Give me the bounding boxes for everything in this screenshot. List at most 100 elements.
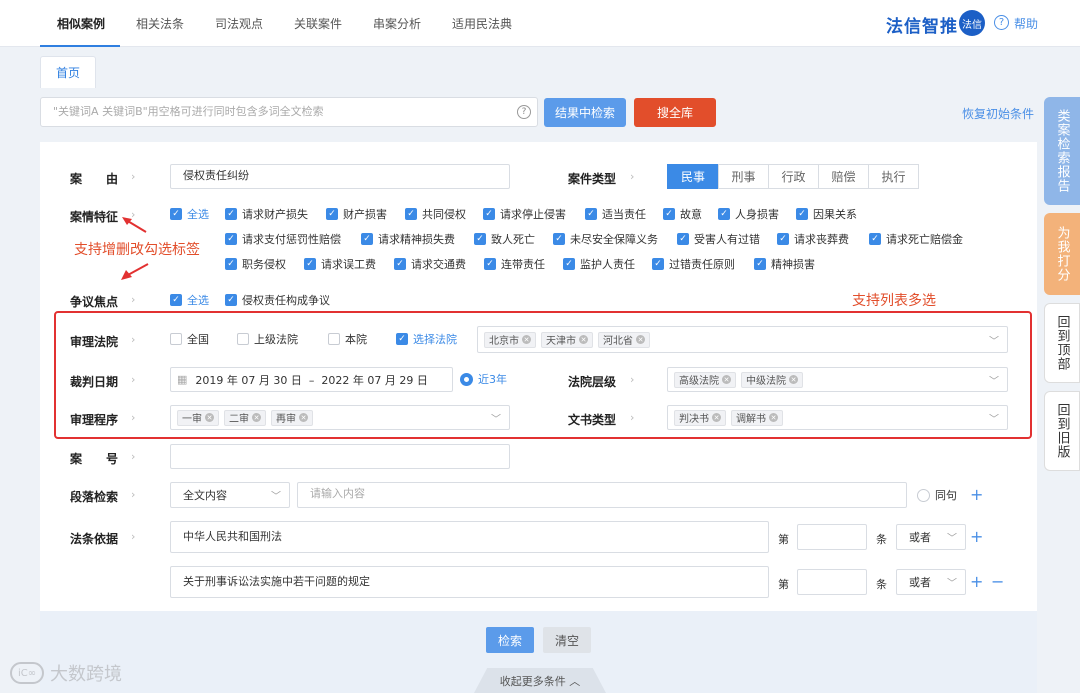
procedure-select[interactable]: 一审 ✕ 二审 ✕ 再审 ✕ ﹀ [170,405,510,430]
case-type-administrative[interactable]: 行政 [768,164,819,189]
case-type-execution[interactable]: 执行 [868,164,919,189]
chevron-right-icon: › [131,411,136,424]
remove-law-icon[interactable]: − [991,574,1004,590]
chevron-right-icon: › [131,373,136,386]
add-law-icon[interactable]: + [970,529,983,545]
tab-related-laws[interactable]: 相关法条 [136,15,184,32]
feature-checkbox[interactable]: ✓ 请求死亡赔偿金 [869,232,963,246]
question-icon[interactable]: ? [517,105,531,119]
same-sentence-radio[interactable]: 同句 [917,488,957,502]
case-type-compensation[interactable]: 赔偿 [818,164,869,189]
doc-tag[interactable]: 调解书 ✕ [731,409,783,426]
dispute-select-all[interactable]: ✓ 全选 [170,293,209,307]
court-tag[interactable]: 北京市 ✕ [484,331,536,348]
brand-name: 法信智推 [886,17,958,37]
tab-civil-code[interactable]: 适用民法典 [452,15,512,32]
law-name-input[interactable]: 关于刑事诉讼法实施中若干问题的规定 [170,566,769,598]
feature-checkbox[interactable]: ✓ 共同侵权 [405,207,466,221]
clear-button[interactable]: 清空 [543,627,591,653]
tab-home[interactable]: 首页 [40,56,96,88]
feature-checkbox[interactable]: ✓ 人身损害 [718,207,779,221]
feature-checkbox[interactable]: ✓ 过错责任原则 [652,257,735,271]
help-link[interactable]: 帮助 [1014,15,1038,32]
court-option-superior[interactable]: 上级法院 [237,332,298,346]
date-range-input[interactable]: ▦ 2019 年 07 月 30 日 – 2022 年 07 月 29 日 [170,367,453,392]
old-version-button[interactable]: 回到旧版 [1044,391,1080,471]
feature-checkbox[interactable]: ✓ 未尽安全保障义务 [553,232,658,246]
add-paragraph-icon[interactable]: + [970,487,983,503]
case-no-input[interactable] [170,444,510,469]
court-level-select[interactable]: 高级法院 ✕ 中级法院 ✕ ﹀ [667,367,1008,392]
recent-3y-radio[interactable]: 近3年 [460,372,507,386]
chevron-right-icon: › [131,530,136,543]
doc-type-label: 文书类型 [568,413,617,427]
court-tag[interactable]: 河北省 ✕ [598,331,650,348]
court-option-this[interactable]: 本院 [328,332,367,346]
feature-checkbox[interactable]: ✓ 适当责任 [585,207,646,221]
collapse-conditions-button[interactable]: 收起更多条件 ︿ [474,668,606,693]
court-option-select[interactable]: ✓ 选择法院 [396,332,457,346]
feature-checkbox[interactable]: ✓ 致人死亡 [474,232,535,246]
feature-checkbox[interactable]: ✓ 请求支付惩罚性赔偿 [225,232,341,246]
tab-serial-analysis[interactable]: 串案分析 [373,15,421,32]
feature-checkbox[interactable]: ✓ 故意 [663,207,702,221]
feature-checkbox[interactable]: ✓ 财产损害 [326,207,387,221]
back-to-top-button[interactable]: 回到顶部 [1044,303,1080,383]
search-within-results-button[interactable]: 结果中检索 [544,98,626,127]
paragraph-input[interactable]: 请输入内容 [297,482,907,508]
procedure-tag[interactable]: 一审 ✕ [177,409,219,426]
level-tag[interactable]: 中级法院 ✕ [741,371,803,388]
case-type-civil[interactable]: 民事 [667,164,719,189]
feature-checkbox[interactable]: ✓ 请求交通费 [394,257,466,271]
case-no-label: 案 号 [70,452,119,466]
court-option-national[interactable]: 全国 [170,332,209,346]
case-type-label: 案件类型 [568,172,617,186]
dispute-label: 争议焦点 [70,295,119,309]
chevron-right-icon: › [131,488,136,501]
feature-checkbox[interactable]: ✓ 受害人有过错 [677,232,760,246]
paragraph-scope-select[interactable]: 全文内容 ﹀ [170,482,290,508]
search-input[interactable]: "关键词A 关键词B"用空格可进行同时包含多词全文检索 [40,97,538,127]
feature-checkbox[interactable]: ✓ 监护人责任 [563,257,635,271]
law-name-input[interactable]: 中华人民共和国刑法 [170,521,769,553]
doc-type-select[interactable]: 判决书 ✕ 调解书 ✕ ﹀ [667,405,1008,430]
feature-checkbox[interactable]: ✓ 请求误工费 [304,257,376,271]
law-operator-select[interactable]: 或者 ﹀ [896,524,966,550]
feature-checkbox[interactable]: ✓ 请求停止侵害 [483,207,566,221]
case-report-button[interactable]: 类案检索报告 [1044,97,1080,205]
feature-checkbox[interactable]: ✓ 因果关系 [796,207,857,221]
help-icon[interactable]: ? [994,15,1009,30]
restore-conditions-link[interactable]: 恢复初始条件 [962,105,1034,122]
case-type-criminal[interactable]: 刑事 [718,164,769,189]
law-article-input[interactable] [797,524,867,550]
level-tag[interactable]: 高级法院 ✕ [674,371,736,388]
rate-me-button[interactable]: 为我打分 [1044,213,1080,295]
search-button[interactable]: 检索 [486,627,534,653]
tab-similar-cases[interactable]: 相似案例 [57,15,105,32]
law-di-label: 第 [778,533,789,546]
feature-checkbox[interactable]: ✓ 请求财产损失 [225,207,308,221]
tab-related-cases[interactable]: 关联案件 [294,15,342,32]
feature-checkbox[interactable]: ✓ 连带责任 [484,257,545,271]
court-tag[interactable]: 天津市 ✕ [541,331,593,348]
law-article-input[interactable] [797,569,867,595]
dispute-checkbox[interactable]: ✓ 侵权责任构成争议 [225,293,330,307]
court-select[interactable]: 北京市 ✕ 天津市 ✕ 河北省 ✕ ﹀ [477,326,1008,353]
chevron-down-icon: ﹀ [989,336,999,347]
case-reason-input[interactable]: 侵权责任纠纷 [170,164,510,189]
feature-checkbox[interactable]: ✓ 职务侵权 [225,257,286,271]
doc-tag[interactable]: 判决书 ✕ [674,409,726,426]
procedure-tag[interactable]: 再审 ✕ [271,409,313,426]
chevron-right-icon: › [630,411,635,424]
law-operator-select[interactable]: 或者 ﹀ [896,569,966,595]
feature-checkbox[interactable]: ✓ 请求丧葬费 [777,232,849,246]
tab-judicial-views[interactable]: 司法观点 [215,15,263,32]
feature-checkbox[interactable]: ✓ 精神损害 [754,257,815,271]
annotation-edit-tags: 支持增删改勾选标签 [74,242,200,258]
procedure-tag[interactable]: 二审 ✕ [224,409,266,426]
chevron-right-icon: › [131,293,136,306]
feature-checkbox[interactable]: ✓ 全选 [170,207,209,221]
feature-checkbox[interactable]: ✓ 请求精神损失费 [361,232,455,246]
search-all-button[interactable]: 搜全库 [634,98,716,127]
add-law-icon[interactable]: + [970,574,983,590]
